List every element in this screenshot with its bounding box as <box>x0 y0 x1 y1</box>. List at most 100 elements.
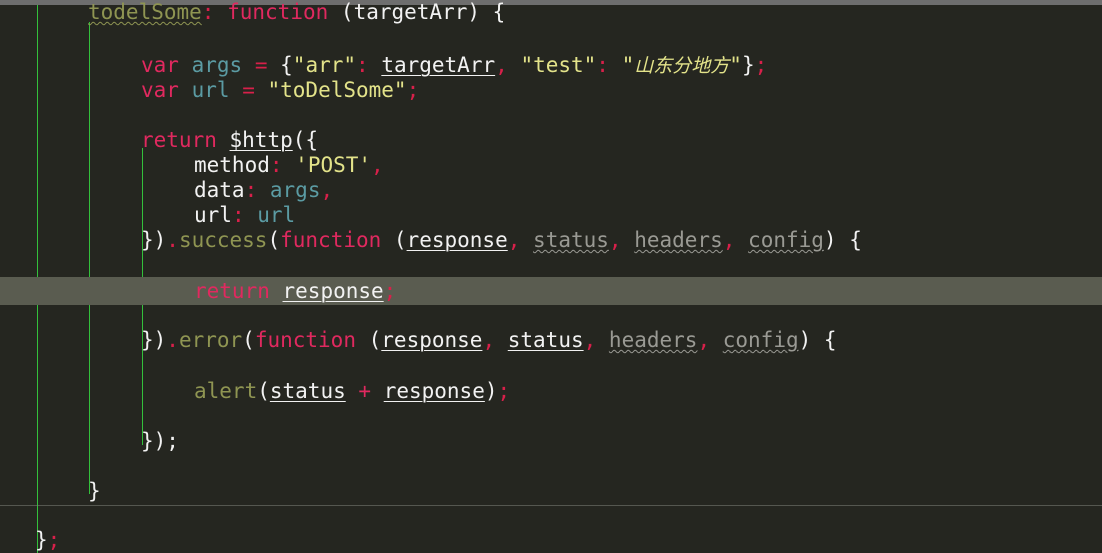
code-line-1[interactable]: todelSome: function (targetArr) { <box>0 0 505 25</box>
token-key-test: "test" <box>520 53 597 77</box>
code-line-13[interactable]: } <box>0 479 101 504</box>
code-line-4[interactable]: return $http({ <box>0 128 318 153</box>
token-comma: , <box>371 153 384 177</box>
token-param-status: status <box>507 328 584 352</box>
token-quote-open: " <box>621 53 635 77</box>
code-line-9[interactable]: return response; <box>0 279 396 304</box>
token-close-paren: ) <box>484 379 498 403</box>
token-close-call: }) <box>141 328 167 352</box>
token-comma-3: , <box>697 328 711 352</box>
token-param-headers: headers <box>608 328 698 352</box>
code-line-8[interactable]: }).success(function (response, status, h… <box>0 228 862 253</box>
token-string-toDelSome: "toDelSome" <box>267 78 407 102</box>
token-comma-2: , <box>583 328 597 352</box>
token-colon-2: : <box>596 53 609 77</box>
token-variable-url: url <box>257 203 296 227</box>
code-line-12[interactable]: }); <box>0 429 179 454</box>
token-param-targetArr: targetArr <box>353 0 468 24</box>
token-keyword-function: function <box>227 0 329 24</box>
token-variable-url: url <box>191 78 230 102</box>
token-param-status: status <box>533 228 609 252</box>
token-close-brace: ) { <box>467 0 506 24</box>
token-close-statement: }); <box>141 429 179 453</box>
token-variable-args: args <box>269 178 321 202</box>
code-line-6[interactable]: data: args, <box>0 178 333 203</box>
token-key-method: method <box>194 153 270 177</box>
token-keyword-return: return <box>141 128 217 152</box>
token-keyword-function: function <box>254 328 356 352</box>
token-keyword-return: return <box>194 279 270 303</box>
token-method-error: error <box>178 328 243 352</box>
token-param-response: response <box>406 228 508 252</box>
token-keyword-var: var <box>141 53 179 77</box>
token-open-paren: ( <box>328 0 354 24</box>
token-keyword-function: function <box>280 228 382 252</box>
token-function-name: todelSome <box>88 0 202 24</box>
token-comma-3: , <box>722 228 736 252</box>
token-param-headers: headers <box>634 228 723 252</box>
code-line-2[interactable]: var args = {"arr": targetArr, "test": "山… <box>0 53 767 78</box>
token-semicolon: ; <box>383 279 397 303</box>
token-close-brace: } <box>35 528 48 552</box>
token-equals: = <box>242 78 255 102</box>
token-arg-response: response <box>383 379 485 403</box>
code-line-11[interactable]: alert(status + response); <box>0 379 510 404</box>
token-param-config: config <box>722 328 799 352</box>
code-text-layer[interactable]: todelSome: function (targetArr) { var ar… <box>0 0 1102 553</box>
token-dot: . <box>166 328 179 352</box>
token-arg-status: status <box>269 379 346 403</box>
token-equals: = <box>254 53 268 77</box>
token-brace-open: { <box>280 53 293 77</box>
code-editor-canvas[interactable]: todelSome: function (targetArr) { var ar… <box>0 0 1102 553</box>
code-line-5[interactable]: method: 'POST', <box>0 153 384 178</box>
token-colon-1: : <box>356 53 369 77</box>
token-string-post: 'POST' <box>295 153 372 177</box>
token-open-paren: ( <box>267 228 281 252</box>
token-param-response: response <box>381 328 483 352</box>
token-paren: ( <box>355 328 382 352</box>
token-semicolon: ; <box>497 379 511 403</box>
code-line-10[interactable]: }).error(function (response, status, hea… <box>0 328 837 353</box>
token-variable-args: args <box>191 53 243 77</box>
token-value-response: response <box>282 279 384 303</box>
token-close-brace: } <box>88 479 101 503</box>
token-semicolon: ; <box>47 528 61 552</box>
token-param-config: config <box>748 228 824 252</box>
token-quote-close: " <box>729 53 742 77</box>
code-line-14[interactable]: }; <box>0 528 60 553</box>
token-colon: : <box>269 153 283 177</box>
token-dot: . <box>166 228 179 252</box>
token-tail: ) { <box>823 228 862 252</box>
code-line-3[interactable]: var url = "toDelSome"; <box>0 78 419 103</box>
token-close-call: }) <box>141 228 167 252</box>
code-line-7[interactable]: url: url <box>0 203 295 228</box>
token-comma-1: , <box>482 328 496 352</box>
token-cjk-string-value: 山东分地方 <box>634 55 730 77</box>
token-key-arr: "arr" <box>292 53 357 77</box>
token-value-targetArr: targetArr <box>381 53 496 77</box>
token-comma-2: , <box>608 228 622 252</box>
token-colon: : <box>201 0 215 24</box>
token-brace-close: } <box>741 53 755 77</box>
token-open-paren: ( <box>257 379 270 403</box>
token-open-paren: ( <box>242 328 255 352</box>
